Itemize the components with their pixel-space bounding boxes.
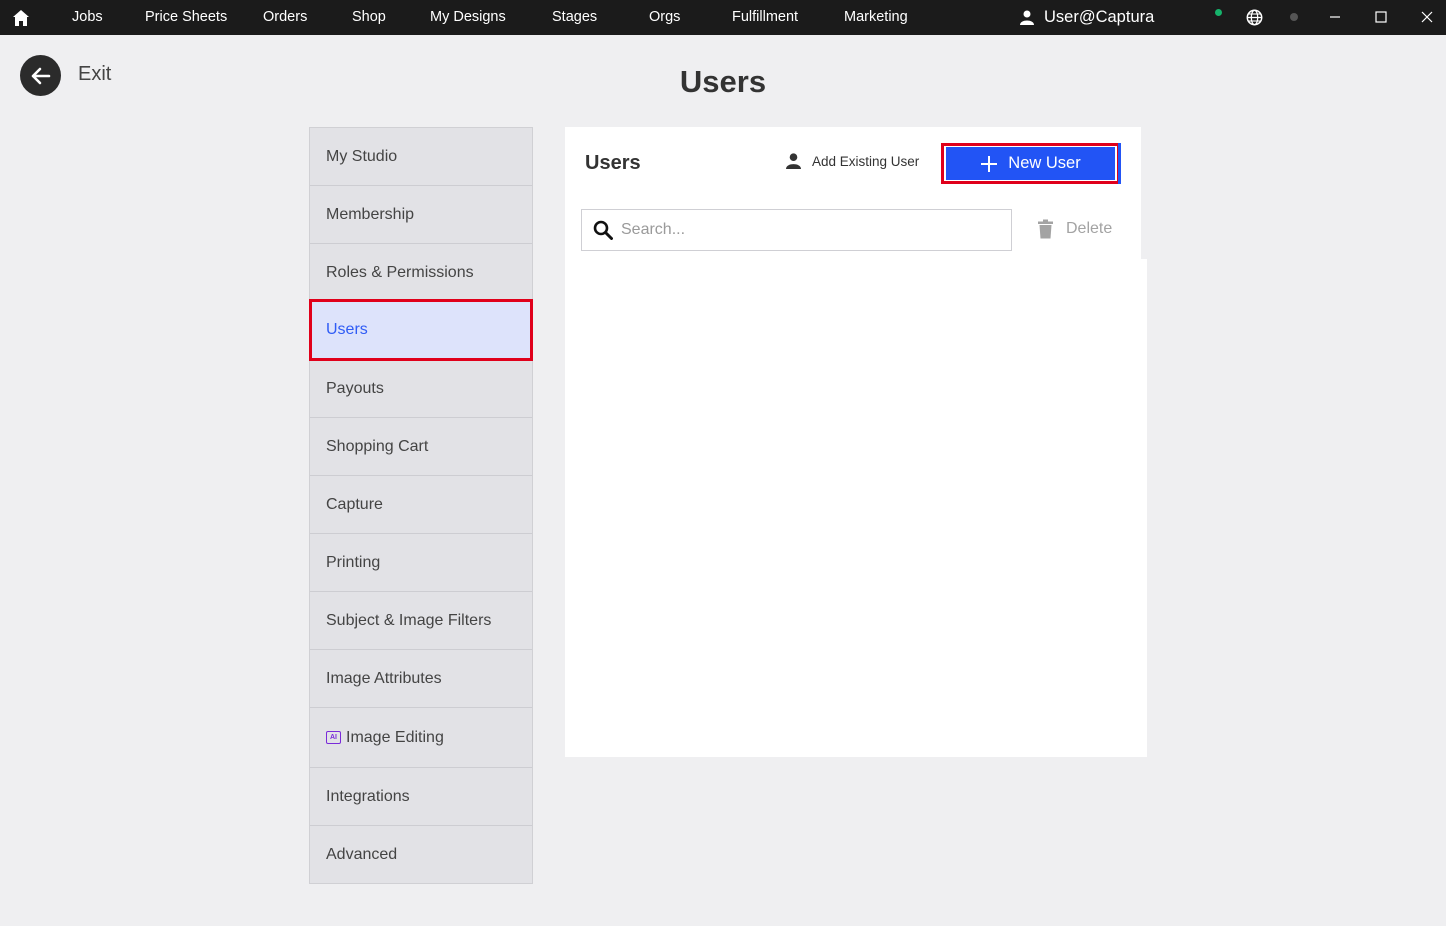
sidebar-item-label: Image Editing — [346, 728, 444, 746]
globe-icon[interactable] — [1246, 9, 1263, 26]
add-existing-user-button[interactable]: Add Existing User — [786, 153, 919, 169]
nav-orgs[interactable]: Orgs — [649, 0, 680, 35]
panel-title: Users — [585, 152, 641, 174]
nav-shop[interactable]: Shop — [352, 0, 386, 35]
online-status-indicator — [1215, 9, 1222, 16]
search-input[interactable] — [621, 221, 991, 239]
nav-marketing[interactable]: Marketing — [844, 0, 908, 35]
sidebar-item-advanced[interactable]: Advanced — [310, 826, 532, 883]
nav-my-designs[interactable]: My Designs — [430, 0, 506, 35]
sidebar-item-label: Image Attributes — [326, 669, 442, 687]
sidebar-item-label: Advanced — [326, 845, 398, 863]
nav-fulfillment[interactable]: Fulfillment — [732, 0, 798, 35]
top-nav-bar: Jobs Price Sheets Orders Shop My Designs… — [0, 0, 1446, 35]
sidebar-item-subject-image-filters[interactable]: Subject & Image Filters — [310, 592, 532, 650]
user-name: User@Captura — [1044, 8, 1155, 26]
home-icon[interactable] — [11, 8, 31, 28]
delete-label: Delete — [1066, 220, 1113, 237]
sidebar-item-users[interactable]: Users — [309, 299, 533, 361]
trash-icon — [1038, 219, 1053, 239]
close-icon[interactable] — [1418, 8, 1436, 26]
sidebar-item-label: Users — [326, 321, 368, 338]
sidebar-item-label: Subject & Image Filters — [326, 611, 492, 629]
sidebar-item-label: Printing — [326, 553, 381, 571]
sidebar-item-my-studio[interactable]: My Studio — [310, 128, 532, 186]
sidebar-item-shopping-cart[interactable]: Shopping Cart — [310, 418, 532, 476]
nav-jobs[interactable]: Jobs — [72, 0, 103, 35]
sidebar-item-label: My Studio — [326, 147, 398, 165]
plus-icon — [981, 155, 998, 172]
sidebar-item-label: Roles & Permissions — [326, 263, 474, 281]
sidebar-item-payouts[interactable]: Payouts — [310, 360, 532, 418]
new-user-button[interactable]: New User — [946, 147, 1115, 180]
sidebar-item-integrations[interactable]: Integrations — [310, 768, 532, 826]
nav-price-sheets[interactable]: Price Sheets — [145, 0, 227, 35]
sidebar-item-roles-permissions[interactable]: Roles & Permissions — [310, 244, 532, 302]
search-field[interactable] — [581, 209, 1012, 251]
minimize-icon[interactable] — [1326, 8, 1344, 26]
sidebar-item-image-attributes[interactable]: Image Attributes — [310, 650, 532, 708]
sidebar-item-label: Shopping Cart — [326, 437, 429, 455]
sidebar-item-image-editing[interactable]: AI Image Editing — [310, 708, 532, 768]
user-icon — [1020, 10, 1034, 25]
sidebar-item-label: Membership — [326, 205, 415, 223]
nav-stages[interactable]: Stages — [552, 0, 597, 35]
sidebar-item-capture[interactable]: Capture — [310, 476, 532, 534]
notification-dot — [1290, 13, 1298, 21]
user-icon — [786, 153, 801, 169]
panel-edge — [1141, 127, 1147, 259]
add-existing-user-label: Add Existing User — [812, 153, 920, 169]
ai-badge-icon: AI — [326, 731, 341, 744]
page-title: Users — [679, 64, 767, 99]
new-user-label: New User — [1008, 154, 1081, 172]
new-user-edge — [1118, 143, 1121, 184]
sidebar-item-printing[interactable]: Printing — [310, 534, 532, 592]
delete-button[interactable]: Delete — [1037, 219, 1112, 239]
search-icon — [593, 220, 613, 240]
maximize-icon[interactable] — [1372, 8, 1390, 26]
settings-sidebar: My Studio Membership Roles & Permissions… — [309, 127, 533, 884]
sidebar-item-membership[interactable]: Membership — [310, 186, 532, 244]
sidebar-item-label: Payouts — [326, 379, 384, 397]
sidebar-item-label: Capture — [326, 495, 383, 513]
sidebar-item-label: Integrations — [326, 787, 410, 805]
user-menu[interactable]: User@Captura — [1020, 0, 1154, 35]
nav-orders[interactable]: Orders — [263, 0, 307, 35]
